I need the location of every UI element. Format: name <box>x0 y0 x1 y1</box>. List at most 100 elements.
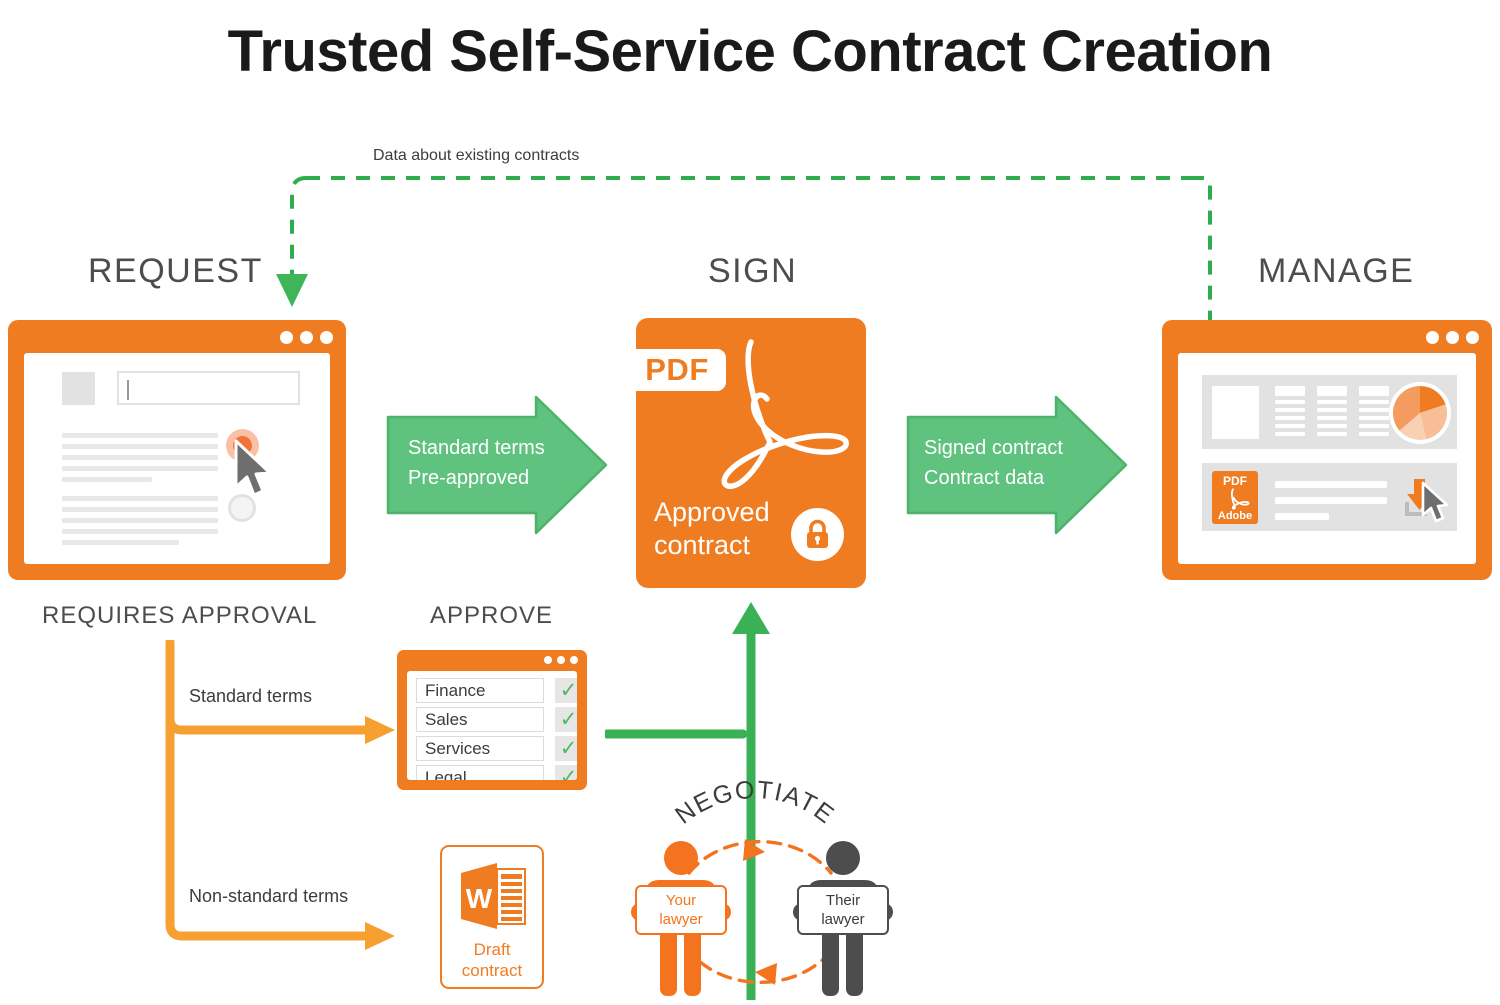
approval-checkbox[interactable]: ✓ <box>555 707 577 732</box>
request-browser-window[interactable] <box>8 320 346 580</box>
check-icon: ✓ <box>559 708 577 731</box>
dashboard-document-row[interactable]: PDF Adobe <box>1202 463 1457 531</box>
feedback-loop-label: Data about existing contracts <box>373 147 580 164</box>
your-lawyer-sign: Your lawyer <box>635 885 727 935</box>
page-title: Trusted Self-Service Contract Creation <box>227 19 1273 84</box>
arrow-label-line1: Standard terms <box>408 437 545 459</box>
approval-department: Legal <box>416 765 544 780</box>
search-input[interactable] <box>117 371 300 405</box>
cursor-icon <box>233 439 273 506</box>
caption-line2: contract <box>461 961 523 980</box>
arrow-label-line1: Signed contract <box>924 437 1063 459</box>
column-header <box>1275 386 1305 396</box>
text-line <box>62 529 218 534</box>
text-line <box>62 455 218 460</box>
approval-row[interactable]: Finance ✓ <box>416 678 577 703</box>
data-line <box>1359 424 1389 428</box>
manage-browser-window[interactable]: PDF Adobe <box>1162 320 1492 580</box>
caption-line1: Draft <box>473 940 511 959</box>
their-lawyer-sign: Their lawyer <box>797 885 889 935</box>
caption-line1: Approved <box>654 497 770 527</box>
request-screen <box>24 353 330 564</box>
caption-line2: contract <box>654 530 751 560</box>
report-thumbnail <box>1212 386 1259 439</box>
word-document-icon: W <box>459 861 527 936</box>
data-line <box>1317 400 1347 404</box>
stage-label-sign: SIGN <box>708 252 798 290</box>
data-line <box>1275 497 1387 504</box>
data-line <box>1275 513 1329 520</box>
data-line <box>1275 481 1387 488</box>
check-icon: ✓ <box>559 679 577 702</box>
data-line <box>1275 400 1305 404</box>
data-line <box>1317 408 1347 412</box>
stage-label-approve: APPROVE <box>430 602 554 629</box>
text-line <box>62 444 218 449</box>
approval-checkbox[interactable]: ✓ <box>555 736 577 761</box>
approval-checkbox[interactable]: ✓ <box>555 678 577 703</box>
sign-line1: Their <box>825 892 861 909</box>
text-line <box>62 540 179 545</box>
pie-chart <box>1386 379 1454 452</box>
approval-row[interactable]: Legal ✓ <box>416 765 577 780</box>
text-line <box>62 433 218 438</box>
approval-department: Services <box>416 736 544 761</box>
text-line <box>62 466 218 471</box>
approval-department: Finance <box>416 678 544 703</box>
data-line <box>1359 408 1389 412</box>
negotiate-arc-text: NEGOTIATE <box>670 776 838 830</box>
data-line <box>1317 424 1347 428</box>
data-line <box>1317 432 1347 436</box>
data-line <box>1359 416 1389 420</box>
window-dots <box>1426 331 1479 344</box>
sign-line1: Your <box>665 892 697 909</box>
check-icon: ✓ <box>559 737 577 760</box>
text-line <box>62 477 152 482</box>
arrow-label-line2: Contract data <box>924 467 1045 489</box>
arrow-sign-to-manage: Signed contract Contract data <box>906 395 1128 535</box>
avatar-placeholder <box>62 372 95 405</box>
branch-label-standard-terms: Standard terms <box>189 686 313 706</box>
pdf-badge-text: PDF <box>645 352 709 387</box>
approval-row[interactable]: Sales ✓ <box>416 707 577 732</box>
text-line <box>62 518 218 523</box>
text-line <box>62 507 218 512</box>
arrow-request-to-sign: Standard terms Pre-approved <box>386 395 608 535</box>
sign-pdf-card[interactable]: PDF Approved contract <box>628 318 866 588</box>
approval-row[interactable]: Services ✓ <box>416 736 577 761</box>
svg-text:NEGOTIATE: NEGOTIATE <box>670 780 840 830</box>
data-line <box>1275 424 1305 428</box>
approve-screen: Finance ✓ Sales ✓ Services ✓ Legal ✓ <box>407 671 577 780</box>
cursor-icon <box>1420 481 1450 528</box>
stage-label-request: REQUEST <box>88 252 263 290</box>
column-header <box>1359 386 1389 396</box>
text-line <box>62 496 218 501</box>
pdf-icon-top-text: PDF <box>1223 474 1247 488</box>
sign-line2: lawyer <box>821 911 865 928</box>
approval-checkbox[interactable]: ✓ <box>555 765 577 780</box>
approve-browser-window[interactable]: Finance ✓ Sales ✓ Services ✓ Legal ✓ <box>397 650 587 790</box>
dashboard-summary-panel <box>1202 375 1457 449</box>
pdf-badge: PDF <box>628 349 726 391</box>
data-line <box>1275 408 1305 412</box>
check-icon: ✓ <box>559 766 577 780</box>
sign-line2: lawyer <box>659 911 703 928</box>
data-line <box>1317 416 1347 420</box>
manage-dashboard-screen: PDF Adobe <box>1178 353 1476 564</box>
branch-label-nonstandard-terms: Non-standard terms <box>189 886 349 906</box>
column-header <box>1317 386 1347 396</box>
draft-contract-card[interactable]: W Draft contract <box>440 845 544 989</box>
lock-icon <box>791 508 844 561</box>
data-line <box>1359 432 1389 436</box>
arrow-label-line2: Pre-approved <box>408 467 530 489</box>
data-line <box>1275 432 1305 436</box>
stage-label-manage: MANAGE <box>1258 252 1415 290</box>
pdf-adobe-icon: PDF Adobe <box>1212 471 1258 524</box>
approval-department: Sales <box>416 707 544 732</box>
feedback-loop-arrow <box>270 170 1230 320</box>
data-line <box>1359 400 1389 404</box>
svg-text:W: W <box>466 883 493 914</box>
window-dots <box>280 331 333 344</box>
text-caret <box>127 380 129 400</box>
pdf-icon-bottom-text: Adobe <box>1217 510 1253 522</box>
